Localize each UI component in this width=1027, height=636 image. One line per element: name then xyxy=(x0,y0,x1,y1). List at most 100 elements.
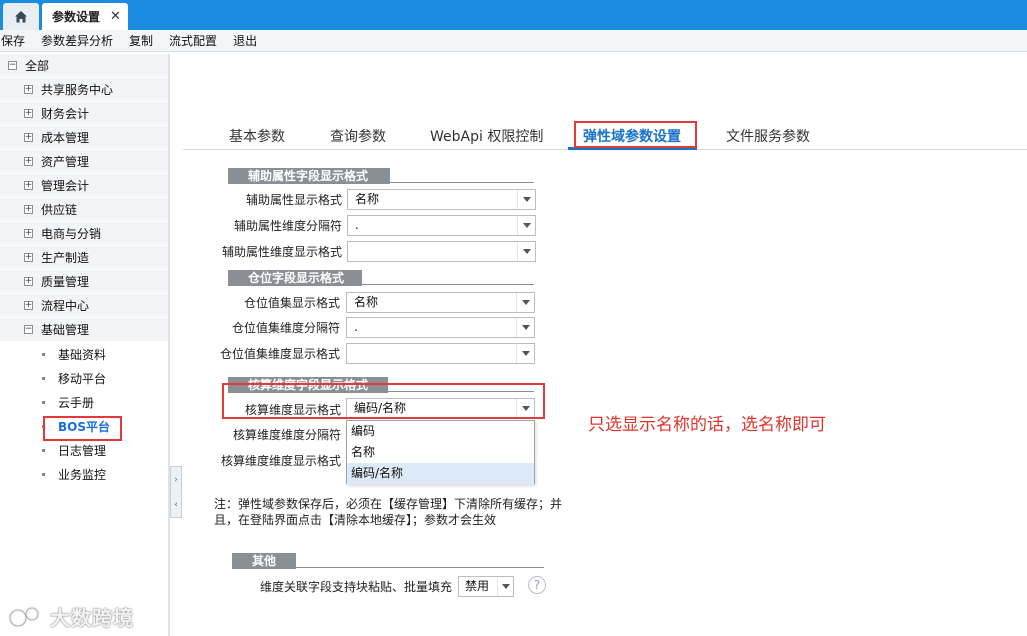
tab-label: 参数设置 xyxy=(52,10,101,24)
aux-display-format-select[interactable]: 名称 xyxy=(347,189,536,210)
save-button[interactable]: 保存 xyxy=(1,32,33,49)
expand-toggle-icon[interactable]: + xyxy=(24,181,33,190)
tree-item-label: 生产制造 xyxy=(41,251,90,265)
aux-separator-select[interactable]: . xyxy=(347,215,536,236)
param-diff-button[interactable]: 参数差异分析 xyxy=(41,32,121,49)
tree-item-label: 基础管理 xyxy=(41,323,90,337)
collapse-toggle-icon[interactable]: − xyxy=(8,61,17,70)
tab-parameter-settings[interactable]: 参数设置 ✕ xyxy=(42,3,128,30)
loc-dimension-format-select[interactable] xyxy=(346,343,535,364)
close-tab-icon[interactable]: ✕ xyxy=(110,9,121,24)
tree-item-ecommerce[interactable]: + 电商与分销 xyxy=(0,222,168,246)
tab-query-params[interactable]: 查询参数 xyxy=(330,126,386,146)
collapse-handle[interactable]: › ‹ xyxy=(170,466,182,518)
tab-basic-params[interactable]: 基本参数 xyxy=(229,126,285,146)
tree-child-cloud-manual[interactable]: 云手册 xyxy=(0,390,168,414)
tab-file-service[interactable]: 文件服务参数 xyxy=(726,126,810,146)
tree-child-log-mgmt[interactable]: 日志管理 xyxy=(0,438,168,462)
tree-child-basic-data[interactable]: 基础资料 xyxy=(0,342,168,366)
tree-item-shared-service[interactable]: + 共享服务中心 xyxy=(0,78,168,102)
tree-item-basic-mgmt[interactable]: − 基础管理 xyxy=(0,318,168,342)
field-label: 辅助属性维度显示格式 xyxy=(221,245,342,259)
tab-webapi[interactable]: WebApi 权限控制 xyxy=(430,126,543,146)
expand-toggle-icon[interactable]: + xyxy=(24,85,33,94)
acct-format-dropdown-list: 编码 名称 编码/名称 xyxy=(346,420,535,484)
field-label: 辅助属性维度分隔符 xyxy=(233,219,342,233)
expand-toggle-icon[interactable]: + xyxy=(24,253,33,262)
dropdown-arrow-icon[interactable] xyxy=(517,242,535,261)
bullet-icon xyxy=(42,376,45,380)
home-tab[interactable] xyxy=(3,3,39,30)
dropdown-option-code[interactable]: 编码 xyxy=(347,421,534,442)
bullet-icon xyxy=(42,472,45,476)
tree-item-label: 电商与分销 xyxy=(41,227,102,241)
field-label: 维度关联字段支持块粘贴、批量填充 xyxy=(259,580,452,594)
tree-item-label: 财务会计 xyxy=(41,107,90,121)
tree-item-label: 供应链 xyxy=(41,203,78,217)
highlight-box-tab xyxy=(574,121,697,148)
dropdown-arrow-icon[interactable] xyxy=(516,344,534,363)
expand-toggle-icon[interactable]: + xyxy=(24,109,33,118)
help-icon[interactable]: ? xyxy=(528,576,546,594)
copy-button[interactable]: 复制 xyxy=(129,32,161,49)
tree-item-label: 管理会计 xyxy=(41,179,90,193)
aux-dimension-format-select[interactable] xyxy=(347,241,536,262)
section-title: 其他 xyxy=(232,553,296,569)
tree-child-label: 基础资料 xyxy=(58,347,107,362)
section-divider xyxy=(390,182,534,183)
tree-item-label: 共享服务中心 xyxy=(41,83,114,97)
panel-splitter[interactable] xyxy=(168,54,170,636)
dropdown-arrow-icon[interactable] xyxy=(516,318,534,337)
watermark: 大数跨境 xyxy=(8,602,134,631)
select-value: . xyxy=(355,218,359,232)
expand-toggle-icon[interactable]: + xyxy=(24,157,33,166)
watermark-text: 大数跨境 xyxy=(50,606,134,630)
section-title: 辅助属性字段显示格式 xyxy=(228,168,390,184)
expand-toggle-icon[interactable]: + xyxy=(24,277,33,286)
expand-toggle-icon[interactable]: + xyxy=(24,133,33,142)
tree-item-asset[interactable]: + 资产管理 xyxy=(0,150,168,174)
tree-item-label: 流程中心 xyxy=(41,299,90,313)
tree-item-finance[interactable]: + 财务会计 xyxy=(0,102,168,126)
tree-child-label: 云手册 xyxy=(58,395,95,410)
tree-item-supply-chain[interactable]: + 供应链 xyxy=(0,198,168,222)
expand-toggle-icon[interactable]: + xyxy=(24,205,33,214)
field-label: 仓位值集显示格式 xyxy=(243,296,340,310)
select-value: 禁用 xyxy=(465,579,490,593)
tree-item-quality[interactable]: + 质量管理 xyxy=(0,270,168,294)
section-divider xyxy=(362,284,534,285)
select-value: 名称 xyxy=(355,192,380,206)
field-label: 辅助属性显示格式 xyxy=(245,193,342,207)
batch-fill-select[interactable]: 禁用 xyxy=(458,576,514,597)
tree-item-workflow[interactable]: + 流程中心 xyxy=(0,294,168,318)
tree-item-manufacturing[interactable]: + 生产制造 xyxy=(0,246,168,270)
highlight-box-bos xyxy=(43,416,122,441)
dropdown-arrow-icon[interactable] xyxy=(516,293,534,312)
chevron-right-icon[interactable]: › xyxy=(174,475,178,485)
highlight-box-acct xyxy=(222,383,545,419)
expand-toggle-icon[interactable]: + xyxy=(24,301,33,310)
tree-item-mgmt-accounting[interactable]: + 管理会计 xyxy=(0,174,168,198)
tree-item-cost[interactable]: + 成本管理 xyxy=(0,126,168,150)
bullet-icon xyxy=(42,400,45,404)
dropdown-option-name[interactable]: 名称 xyxy=(347,442,534,463)
loc-display-format-select[interactable]: 名称 xyxy=(346,292,535,313)
bullet-icon xyxy=(42,352,45,356)
dropdown-arrow-icon[interactable] xyxy=(517,190,535,209)
dropdown-arrow-icon[interactable] xyxy=(497,577,513,596)
loc-separator-select[interactable]: . xyxy=(346,317,535,338)
dropdown-arrow-icon[interactable] xyxy=(517,216,535,235)
tree-item-all[interactable]: − 全部 xyxy=(0,54,168,78)
section-loc-header: 仓位字段显示格式 xyxy=(228,270,534,286)
chevron-left-icon[interactable]: ‹ xyxy=(174,500,178,510)
tree-child-monitor[interactable]: 业务监控 xyxy=(0,462,168,486)
tree-child-mobile[interactable]: 移动平台 xyxy=(0,366,168,390)
exit-button[interactable]: 退出 xyxy=(233,32,265,49)
stream-config-button[interactable]: 流式配置 xyxy=(169,32,225,49)
dropdown-option-code-name[interactable]: 编码/名称 xyxy=(347,463,534,484)
annotation-text: 只选显示名称的话，选名称即可 xyxy=(588,415,826,435)
tree-child-label: 移动平台 xyxy=(58,371,107,386)
collapse-toggle-icon[interactable]: − xyxy=(24,325,33,334)
field-label: 核算维度维度显示格式 xyxy=(220,454,341,468)
expand-toggle-icon[interactable]: + xyxy=(24,229,33,238)
